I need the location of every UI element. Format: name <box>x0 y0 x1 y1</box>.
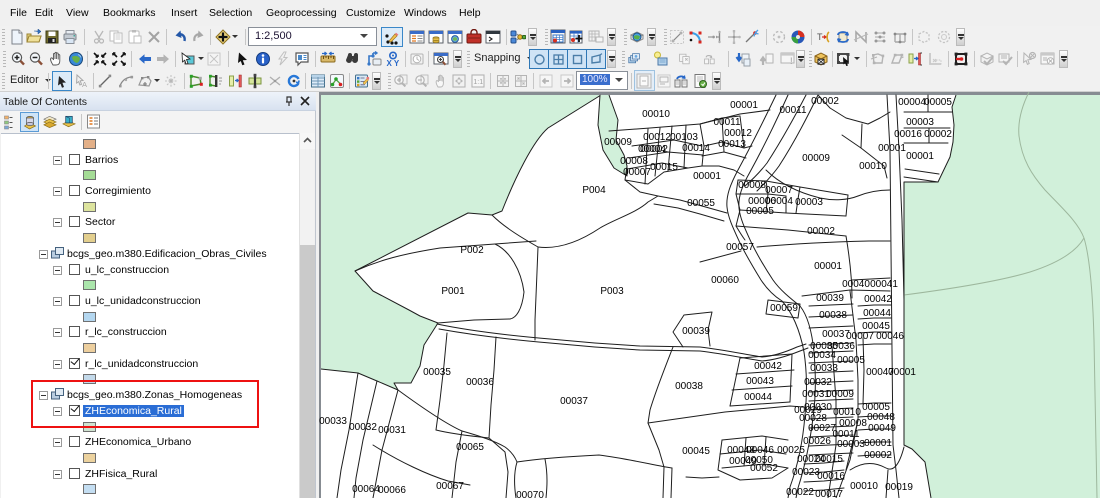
svg-text:P004: P004 <box>582 185 606 196</box>
svg-text:00034: 00034 <box>808 350 836 361</box>
svg-text:A: A <box>82 80 87 89</box>
svg-text:00008: 00008 <box>620 156 648 167</box>
svg-text:00042: 00042 <box>754 361 782 372</box>
svg-text:00041: 00041 <box>870 279 898 290</box>
svg-text:00022: 00022 <box>786 487 814 498</box>
svg-text:X Y: X Y <box>387 59 400 67</box>
svg-text:00033: 00033 <box>810 363 838 374</box>
svg-text:00042: 00042 <box>864 294 892 305</box>
svg-text:00017: 00017 <box>815 489 843 498</box>
svg-text:00036: 00036 <box>466 377 494 388</box>
svg-text:00067: 00067 <box>436 481 464 492</box>
svg-text:00008: 00008 <box>839 418 867 429</box>
svg-text:00001: 00001 <box>814 261 842 272</box>
svg-text:00003: 00003 <box>906 117 934 128</box>
svg-text:00032: 00032 <box>349 422 377 433</box>
svg-text:00010: 00010 <box>859 161 887 172</box>
svg-text:00002: 00002 <box>811 96 839 107</box>
svg-text:00024: 00024 <box>797 454 825 465</box>
svg-text:00049: 00049 <box>868 423 896 434</box>
svg-text:P001: P001 <box>441 286 465 297</box>
svg-text:00039: 00039 <box>816 293 844 304</box>
svg-text:00010: 00010 <box>642 109 670 120</box>
svg-text:00001: 00001 <box>906 151 934 162</box>
svg-text:00046: 00046 <box>876 331 904 342</box>
svg-text:00005: 00005 <box>746 206 774 217</box>
svg-text:00038: 00038 <box>819 310 847 321</box>
svg-text:00039: 00039 <box>682 326 710 337</box>
svg-text:00015: 00015 <box>650 162 678 173</box>
svg-text:00026: 00026 <box>803 436 831 447</box>
svg-text:P002: P002 <box>460 245 484 256</box>
svg-text:00048: 00048 <box>867 412 895 423</box>
svg-text:00033: 00033 <box>319 416 347 427</box>
svg-text:00044: 00044 <box>863 308 891 319</box>
svg-text:00001: 00001 <box>878 143 906 154</box>
svg-text:00064: 00064 <box>352 484 380 495</box>
svg-text:00043: 00043 <box>746 376 774 387</box>
svg-text:00001: 00001 <box>730 100 758 111</box>
svg-text:00003: 00003 <box>795 197 823 208</box>
svg-text:00001: 00001 <box>888 367 916 378</box>
svg-text:00070: 00070 <box>516 490 544 498</box>
svg-text:00057: 00057 <box>726 242 754 253</box>
svg-text:00030: 00030 <box>804 402 832 413</box>
svg-text:00055: 00055 <box>687 198 715 209</box>
svg-text:!: ! <box>790 56 793 66</box>
svg-text:00044: 00044 <box>744 392 772 403</box>
svg-text:00038: 00038 <box>675 381 703 392</box>
svg-text:00037: 00037 <box>560 396 588 407</box>
svg-text:00011: 00011 <box>779 105 807 116</box>
svg-text:00004: 00004 <box>898 97 926 108</box>
svg-text:00002: 00002 <box>807 226 835 237</box>
svg-text:1:1: 1:1 <box>473 79 483 86</box>
svg-text:00016: 00016 <box>817 471 845 482</box>
svg-text:00052: 00052 <box>750 463 778 474</box>
svg-text:00001: 00001 <box>864 438 892 449</box>
svg-text:00014: 00014 <box>682 143 710 154</box>
svg-text:00060: 00060 <box>711 275 739 286</box>
svg-text:00010: 00010 <box>850 481 878 492</box>
svg-text:00009: 00009 <box>826 389 854 400</box>
svg-text:00002: 00002 <box>924 129 952 140</box>
svg-text:00008: 00008 <box>738 180 766 191</box>
svg-text:00002: 00002 <box>864 450 892 461</box>
svg-text:00007: 00007 <box>623 167 651 178</box>
svg-text:P003: P003 <box>600 286 624 297</box>
svg-text:00012: 00012 <box>643 132 671 143</box>
svg-text:00103: 00103 <box>670 132 698 143</box>
svg-text:00007: 00007 <box>765 185 793 196</box>
svg-text:00013: 00013 <box>718 139 746 150</box>
svg-text:00009: 00009 <box>604 137 632 148</box>
svg-text:00035: 00035 <box>423 367 451 378</box>
svg-text:00003: 00003 <box>837 439 865 450</box>
svg-text:00005: 00005 <box>837 355 865 366</box>
svg-text:00005: 00005 <box>924 97 952 108</box>
svg-text:00019: 00019 <box>885 482 913 493</box>
svg-text:00004: 00004 <box>638 144 666 155</box>
svg-text:00031: 00031 <box>378 425 406 436</box>
svg-text:00001: 00001 <box>693 171 721 182</box>
svg-text:00065: 00065 <box>456 442 484 453</box>
svg-text:00040: 00040 <box>842 279 870 290</box>
svg-text:00010: 00010 <box>833 407 861 418</box>
svg-text:00011: 00011 <box>713 117 741 128</box>
svg-text:00012: 00012 <box>724 128 752 139</box>
svg-text:00059: 00059 <box>770 303 798 314</box>
svg-text:00032: 00032 <box>804 377 832 388</box>
svg-text:00066: 00066 <box>378 485 406 496</box>
svg-text:00045: 00045 <box>682 446 710 457</box>
svg-text:00023: 00023 <box>792 467 820 478</box>
svg-text:00016: 00016 <box>894 129 922 140</box>
svg-text:00009: 00009 <box>802 153 830 164</box>
